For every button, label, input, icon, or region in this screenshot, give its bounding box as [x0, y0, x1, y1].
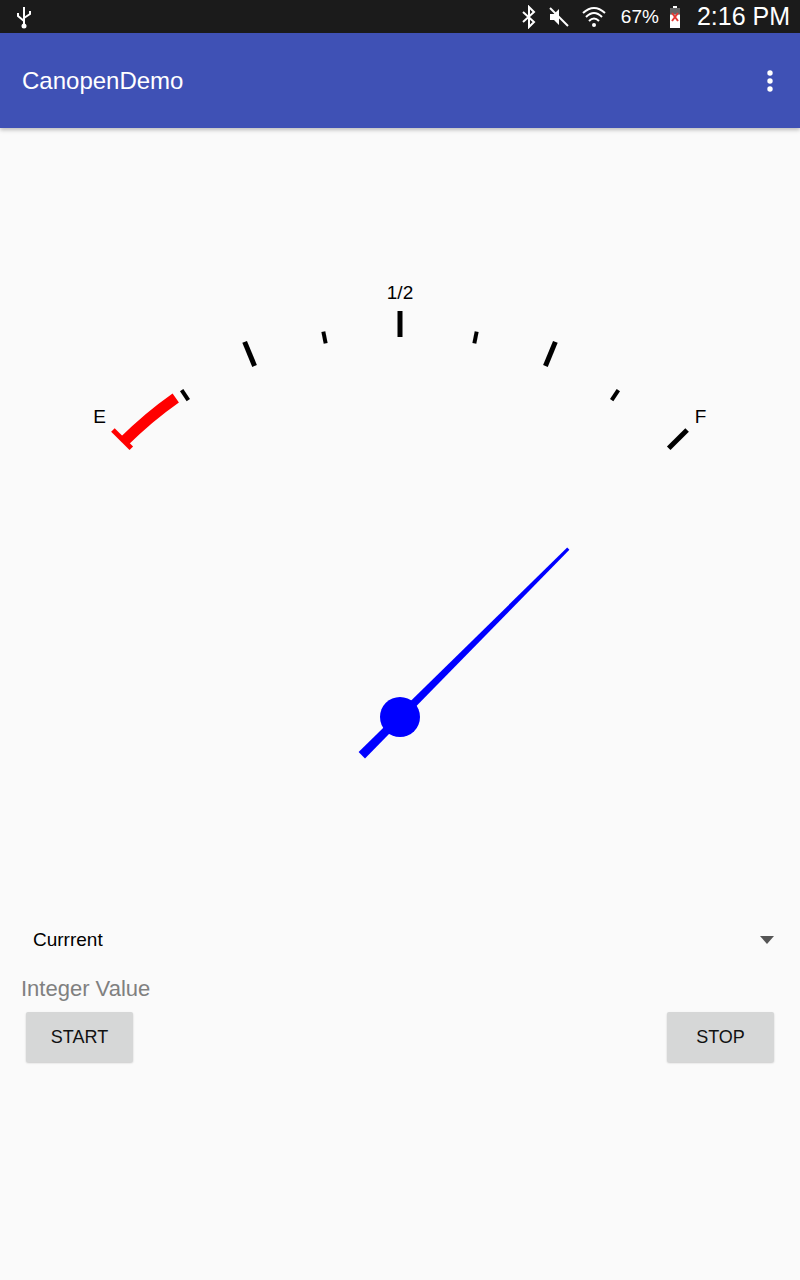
- needle-pivot: [380, 697, 420, 737]
- battery-text: 67%: [621, 6, 659, 28]
- gauge-tick: [245, 342, 255, 366]
- gauge-tick: [182, 390, 189, 400]
- spinner-value: Currrent: [33, 929, 760, 951]
- mute-icon: [547, 5, 571, 29]
- gauge-tick: [669, 430, 687, 448]
- warning-zone: [124, 398, 176, 441]
- start-button[interactable]: START: [26, 1012, 133, 1062]
- gauge-label: E: [93, 406, 106, 427]
- gauge-tick: [474, 332, 476, 344]
- gauge-tick: [612, 390, 619, 400]
- status-bar: 67% 2:16 PM: [0, 0, 800, 33]
- battery-icon: [669, 5, 681, 29]
- gauge-tick: [323, 332, 325, 344]
- integer-input[interactable]: [21, 965, 774, 1012]
- gauge-tick: [398, 311, 403, 337]
- usb-icon: [14, 5, 34, 29]
- clock: 2:16 PM: [697, 2, 790, 31]
- bluetooth-icon: [521, 5, 537, 29]
- gauge-label: 1/2: [387, 282, 413, 303]
- dropdown-arrow-icon[interactable]: [760, 936, 774, 944]
- wifi-icon: [581, 5, 607, 29]
- overflow-menu-icon[interactable]: [766, 69, 774, 93]
- gauge-tick: [545, 342, 555, 366]
- app-title: CanopenDemo: [22, 67, 766, 95]
- mode-spinner[interactable]: Currrent: [21, 915, 774, 965]
- stop-button[interactable]: STOP: [667, 1012, 774, 1062]
- app-bar: CanopenDemo: [0, 33, 800, 128]
- fuel-gauge: E 1/2 F: [0, 128, 800, 880]
- gauge-label: F: [695, 406, 707, 427]
- gauge-needle: [359, 548, 570, 759]
